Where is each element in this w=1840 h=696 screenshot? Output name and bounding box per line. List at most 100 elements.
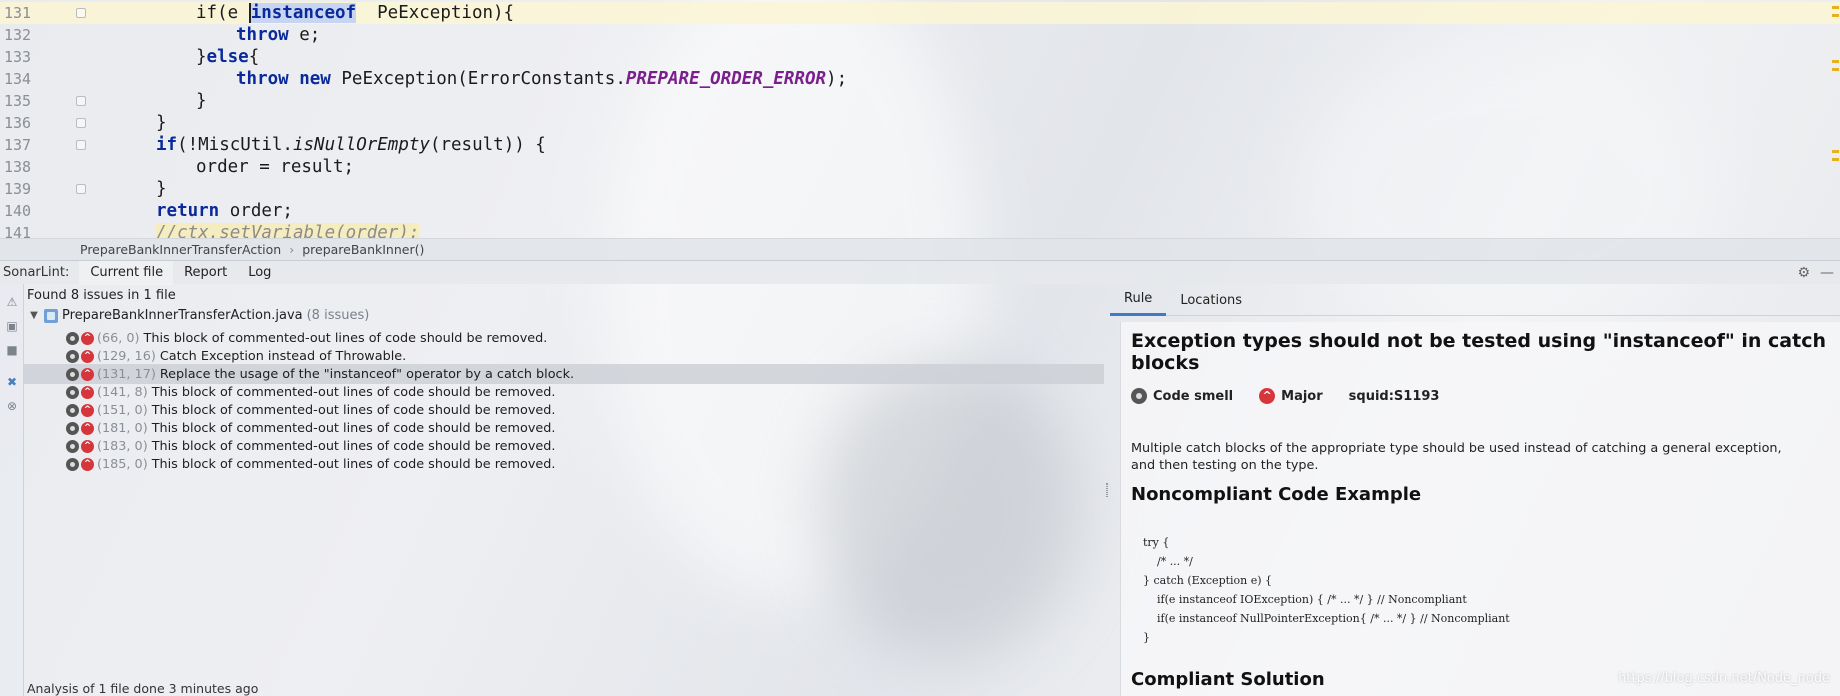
code-smell-icon bbox=[66, 457, 79, 471]
issue-message: This block of commented-out lines of cod… bbox=[151, 438, 556, 454]
issue-row[interactable]: ^ (66, 0) This block of commented-out li… bbox=[24, 328, 1104, 348]
code-line[interactable]: 136 } bbox=[0, 112, 1840, 134]
issue-location: (185, 0) bbox=[97, 456, 148, 472]
major-severity-icon: ^ bbox=[81, 331, 94, 345]
line-number: 132 bbox=[4, 26, 32, 44]
code-smell-icon bbox=[66, 385, 79, 399]
breadcrumb: PrepareBankInnerTransferAction › prepare… bbox=[0, 238, 1840, 260]
code-text: } bbox=[156, 179, 167, 199]
code-line[interactable]: 131 if(e instanceof PeException){ bbox=[0, 2, 1840, 24]
issue-row[interactable]: ^ (141, 8) This block of commented-out l… bbox=[24, 382, 1104, 402]
gear-icon[interactable]: ⚙ bbox=[1797, 265, 1810, 281]
line-number: 140 bbox=[4, 202, 32, 220]
major-severity-icon: ^ bbox=[1259, 388, 1276, 404]
code-smell-icon bbox=[66, 403, 79, 417]
noncompliant-code: try { /* ... */ } catch (Exception e) { … bbox=[1143, 536, 1510, 644]
major-severity-icon: ^ bbox=[81, 349, 94, 363]
code-text: if(e instanceof PeException){ bbox=[196, 3, 515, 23]
issue-message: This block of commented-out lines of cod… bbox=[151, 402, 556, 418]
sonarlint-header: SonarLint: Current file Report Log ⚙ — bbox=[0, 260, 1840, 285]
highlighted-keyword: instanceof bbox=[248, 3, 357, 23]
code-text: return order; bbox=[156, 201, 293, 221]
breadcrumb-separator-icon: › bbox=[289, 242, 295, 257]
noncompliant-heading: Noncompliant Code Example bbox=[1131, 484, 1422, 505]
file-node[interactable]: ▼ PrepareBankInnerTransferAction.java (8… bbox=[28, 308, 369, 323]
scope-icon[interactable]: ▣ bbox=[4, 318, 20, 334]
line-number: 141 bbox=[4, 224, 32, 238]
rule-severity: Major bbox=[1281, 388, 1323, 404]
issues-tree: Found 8 issues in 1 file ▼ PrepareBankIn… bbox=[24, 284, 1104, 696]
code-smell-icon bbox=[66, 331, 79, 345]
code-line[interactable]: 133 }else{ bbox=[0, 46, 1840, 68]
tab-report[interactable]: Report bbox=[173, 261, 237, 285]
code-editor[interactable]: 131 if(e instanceof PeException){ 132 th… bbox=[0, 0, 1840, 238]
line-number: 139 bbox=[4, 180, 32, 198]
chevron-down-icon[interactable]: ▼ bbox=[28, 310, 40, 321]
code-text: throw new PeException(ErrorConstants.PRE… bbox=[236, 69, 848, 89]
line-number: 135 bbox=[4, 92, 32, 110]
code-line[interactable]: 135 } bbox=[0, 90, 1840, 112]
tab-locations[interactable]: Locations bbox=[1166, 284, 1256, 316]
major-severity-icon: ^ bbox=[81, 385, 94, 399]
line-number: 133 bbox=[4, 48, 32, 66]
code-line[interactable]: 138 order = result; bbox=[0, 156, 1840, 178]
major-severity-icon: ^ bbox=[81, 421, 94, 435]
issue-row[interactable]: ^ (129, 16) Catch Exception instead of T… bbox=[24, 346, 1104, 366]
rule-type: Code smell bbox=[1153, 388, 1234, 404]
issue-message: This block of commented-out lines of cod… bbox=[151, 420, 556, 436]
analysis-status: Analysis of 1 file done 3 minutes ago bbox=[27, 681, 259, 696]
rule-description-text: Multiple catch blocks of the appropriate… bbox=[1131, 441, 1782, 473]
issue-location: (151, 0) bbox=[97, 402, 148, 418]
line-number: 131 bbox=[4, 4, 32, 22]
code-text: order = result; bbox=[196, 157, 355, 177]
line-number: 138 bbox=[4, 158, 32, 176]
major-severity-icon: ^ bbox=[81, 403, 94, 417]
code-line[interactable]: 140 return order; bbox=[0, 200, 1840, 222]
minimize-icon[interactable]: — bbox=[1820, 265, 1834, 281]
issue-message: This block of commented-out lines of cod… bbox=[151, 384, 556, 400]
breadcrumb-class[interactable]: PrepareBankInnerTransferAction bbox=[80, 242, 281, 257]
stop-icon[interactable]: ■ bbox=[4, 342, 20, 358]
fold-marker-icon[interactable] bbox=[68, 112, 94, 134]
analyze-icon[interactable]: ⚠ bbox=[4, 294, 20, 310]
line-number: 137 bbox=[4, 136, 32, 154]
fold-marker-icon[interactable] bbox=[68, 134, 94, 156]
issue-row[interactable]: ^ (181, 0) This block of commented-out l… bbox=[24, 418, 1104, 438]
settings-tools-icon[interactable]: ✖ bbox=[4, 374, 20, 390]
code-line[interactable]: 134 throw new PeException(ErrorConstants… bbox=[0, 68, 1840, 90]
code-line[interactable]: 141 //ctx.setVariable(order); bbox=[0, 222, 1840, 238]
issue-row[interactable]: ^ (185, 0) This block of commented-out l… bbox=[24, 454, 1104, 474]
issue-location: (66, 0) bbox=[97, 330, 140, 346]
rule-tabs: Rule Locations bbox=[1110, 284, 1840, 316]
code-smell-icon bbox=[66, 421, 79, 435]
issue-row-selected[interactable]: ^ (131, 17) Replace the usage of the "in… bbox=[24, 364, 1104, 384]
java-file-icon bbox=[44, 308, 58, 323]
code-line[interactable]: 132 throw e; bbox=[0, 24, 1840, 46]
rule-description: Exception types should not be tested usi… bbox=[1120, 322, 1840, 696]
code-smell-icon bbox=[66, 439, 79, 453]
breadcrumb-method[interactable]: prepareBankInner() bbox=[302, 242, 424, 257]
issues-summary: Found 8 issues in 1 file bbox=[27, 288, 176, 303]
code-smell-icon bbox=[66, 349, 79, 363]
watermark: https://blog.csdn.net/Node_node bbox=[1618, 671, 1830, 686]
fold-marker-icon[interactable] bbox=[68, 2, 94, 24]
issue-row[interactable]: ^ (151, 0) This block of commented-out l… bbox=[24, 400, 1104, 420]
fold-marker-icon[interactable] bbox=[68, 90, 94, 112]
tab-rule[interactable]: Rule bbox=[1110, 284, 1167, 316]
error-stripe[interactable] bbox=[1830, 0, 1840, 238]
clear-icon[interactable]: ⊗ bbox=[4, 398, 20, 414]
tab-log[interactable]: Log bbox=[237, 261, 281, 285]
code-line[interactable]: 139 } bbox=[0, 178, 1840, 200]
rule-key: squid:S1193 bbox=[1348, 388, 1440, 404]
rule-meta: Code smell ^ Major squid:S1193 bbox=[1131, 388, 1840, 404]
code-line[interactable]: 137 if(!MiscUtil.isNullOrEmpty(result)) … bbox=[0, 134, 1840, 156]
tool-window-title: SonarLint: bbox=[3, 265, 70, 280]
sonarlint-toolbar: ⚠ ▣ ■ ✖ ⊗ bbox=[0, 284, 24, 696]
tab-current-file[interactable]: Current file bbox=[79, 260, 174, 285]
fold-marker-icon[interactable] bbox=[68, 178, 94, 200]
file-name: PrepareBankInnerTransferAction.java bbox=[62, 308, 303, 323]
issue-location: (131, 17) bbox=[97, 366, 156, 382]
issue-message: Catch Exception instead of Throwable. bbox=[159, 348, 407, 364]
issue-row[interactable]: ^ (183, 0) This block of commented-out l… bbox=[24, 436, 1104, 456]
issue-location: (129, 16) bbox=[97, 348, 156, 364]
